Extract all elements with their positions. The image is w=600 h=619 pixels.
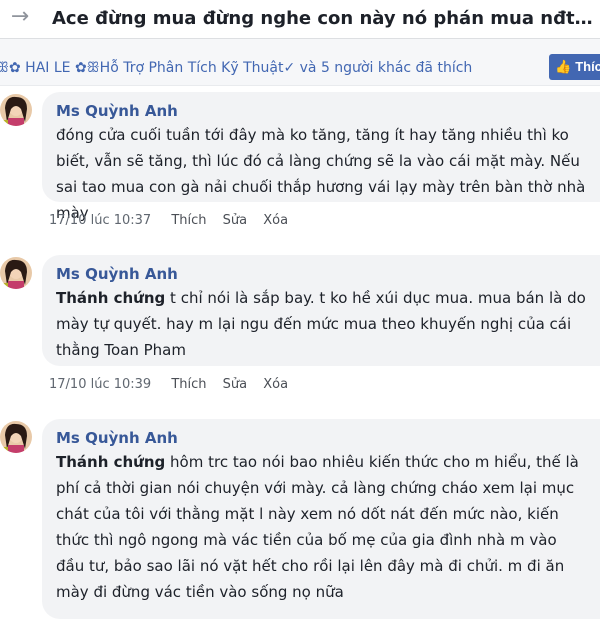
comment-meta: 17/10 lúc 10:37 Thích Sửa Xóa: [49, 213, 304, 228]
avatar[interactable]: [0, 421, 32, 453]
thumbs-up-icon: 👍: [555, 60, 572, 75]
comment-like-link[interactable]: Thích: [171, 377, 206, 392]
comment-like-link[interactable]: Thích: [171, 213, 206, 228]
comment-author[interactable]: Ms Quỳnh Anh: [56, 102, 588, 120]
like-button-label: Thích: [575, 59, 600, 74]
comment-author[interactable]: Ms Quỳnh Anh: [56, 265, 588, 283]
comment-text-content: hôm trc tao nói bao nhiêu kiến thức cho …: [56, 453, 579, 601]
post-title: Ace đừng mua đừng nghe con này nó phán m…: [52, 8, 597, 29]
comment-bubble: Ms Quỳnh Anh Thánh chứng hôm trc tao nói…: [42, 419, 600, 619]
comment-meta: 17/10 lúc 10:39 Thích Sửa Xóa: [49, 377, 304, 392]
comment-author[interactable]: Ms Quỳnh Anh: [56, 429, 588, 447]
comment-text: đóng cửa cuối tuần tới đây mà ko tăng, t…: [56, 122, 588, 226]
comment-text: Thánh chứng hôm trc tao nói bao nhiêu ki…: [56, 449, 588, 605]
comment-delete-link[interactable]: Xóa: [263, 213, 288, 228]
like-button[interactable]: 👍Thích: [549, 54, 600, 80]
comment-bubble: Ms Quỳnh Anh đóng cửa cuối tuần tới đây …: [42, 92, 600, 222]
comment-bubble: Ms Quỳnh Anh Thánh chứng t chỉ nói là sắ…: [42, 255, 600, 366]
comment-delete-link[interactable]: Xóa: [263, 377, 288, 392]
avatar[interactable]: [0, 257, 32, 289]
comment-edit-link[interactable]: Sửa: [223, 377, 247, 392]
avatar[interactable]: [0, 94, 32, 126]
likes-summary[interactable]: ꕥ✿ HAI LE ✿ꕥHỗ Trợ Phân Tích Kỹ Thuật✓ v…: [0, 60, 472, 76]
back-arrow-icon[interactable]: →: [8, 5, 32, 29]
comment-text: Thánh chứng t chỉ nói là sắp bay. t ko h…: [56, 285, 588, 363]
comment-mention[interactable]: Thánh chứng: [56, 289, 165, 307]
post-header: → Ace đừng mua đừng nghe con này nó phán…: [0, 0, 600, 39]
comment-timestamp[interactable]: 17/10 lúc 10:39: [49, 377, 151, 392]
likes-bar: ꕥ✿ HAI LE ✿ꕥHỗ Trợ Phân Tích Kỹ Thuật✓ v…: [0, 39, 600, 86]
comment-mention[interactable]: Thánh chứng: [56, 453, 165, 471]
comment-text-content: đóng cửa cuối tuần tới đây mà ko tăng, t…: [56, 126, 586, 222]
comment-edit-link[interactable]: Sửa: [223, 213, 247, 228]
comment-timestamp[interactable]: 17/10 lúc 10:37: [49, 213, 151, 228]
